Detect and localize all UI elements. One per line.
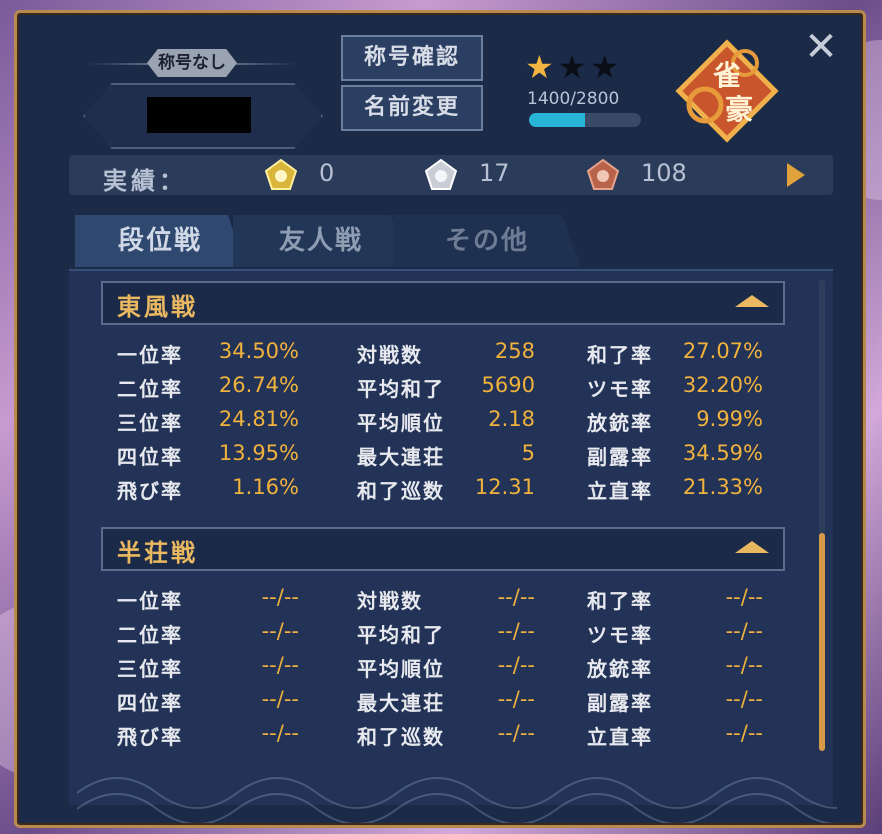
stat-value: --/--: [261, 653, 299, 677]
stat-label: 最大連荘: [357, 691, 445, 715]
stat-value: --/--: [725, 687, 763, 711]
rank-stars: ★ ★ ★: [525, 51, 623, 83]
stat-value: --/--: [261, 687, 299, 711]
stat-value: 34.50%: [218, 339, 299, 363]
stat-label: 一位率: [117, 343, 183, 367]
emblem-text-2: 豪: [725, 93, 753, 126]
stat-value: --/--: [261, 721, 299, 745]
bronze-count: 108: [641, 159, 687, 187]
stat-value: 5: [521, 441, 535, 465]
tab-friend[interactable]: 友人戦: [233, 215, 409, 267]
stat-label: 和了率: [587, 589, 653, 613]
player-stats-panel: 称号なし 称号確認 名前変更 ★ ★ ★ 1400/2800 雀 豪 ✕ 実績： 0…: [14, 10, 866, 828]
wave-decoration: [77, 777, 837, 823]
stat-label: 三位率: [117, 657, 183, 681]
scrollbar-thumb[interactable]: [819, 533, 825, 751]
stat-value: 26.74%: [218, 373, 299, 397]
stat-label: 平均順位: [357, 411, 445, 435]
silver-medal-icon: [425, 159, 457, 190]
player-name-box: [83, 83, 323, 149]
stat-value: --/--: [497, 687, 535, 711]
stat-value: --/--: [261, 619, 299, 643]
stat-value: --/--: [497, 721, 535, 745]
stat-value: 32.20%: [682, 373, 763, 397]
stat-label: 放銃率: [587, 411, 653, 435]
stat-value: 1.16%: [232, 475, 299, 499]
silver-count: 17: [479, 159, 510, 187]
rank-progress-fill: [529, 113, 585, 127]
star-filled-icon: ★: [525, 48, 554, 86]
stat-label: 和了巡数: [357, 479, 445, 503]
section-header-south[interactable]: 半荘戦: [101, 527, 785, 571]
stat-label: 立直率: [587, 725, 653, 749]
tab-ranked[interactable]: 段位戦: [75, 215, 245, 267]
stat-label: ツモ率: [587, 623, 653, 647]
stat-value: 13.95%: [218, 441, 299, 465]
stat-label: 最大連荘: [357, 445, 445, 469]
stat-label: 放銃率: [587, 657, 653, 681]
stat-label: 二位率: [117, 623, 183, 647]
stat-value: --/--: [497, 653, 535, 677]
stat-label: 飛び率: [117, 479, 183, 503]
achievements-bar: 実績： 0 17 108: [69, 155, 833, 195]
stat-label: 和了巡数: [357, 725, 445, 749]
stat-value: 5690: [481, 373, 535, 397]
stat-value: --/--: [725, 585, 763, 609]
stat-value: --/--: [497, 585, 535, 609]
achievements-label: 実績：: [103, 167, 187, 195]
stat-label: ツモ率: [587, 377, 653, 401]
emblem-text-1: 雀: [713, 59, 741, 92]
title-chip: 称号なし: [147, 49, 237, 77]
stat-value: 27.07%: [682, 339, 763, 363]
stat-label: 四位率: [117, 445, 183, 469]
stat-label: 副露率: [587, 691, 653, 715]
stat-label: 平均順位: [357, 657, 445, 681]
rank-progress-bar: [529, 113, 641, 127]
stat-label: 立直率: [587, 479, 653, 503]
rank-points: 1400/2800: [527, 89, 620, 109]
stat-value: --/--: [261, 585, 299, 609]
section-title: 東風戦: [117, 293, 198, 321]
name-change-button[interactable]: 名前変更: [341, 85, 483, 131]
title-tag: 称号なし: [87, 49, 297, 79]
stat-label: 副露率: [587, 445, 653, 469]
bronze-medal-icon: [587, 159, 619, 190]
tab-other[interactable]: その他: [393, 215, 581, 267]
stat-value: 258: [494, 339, 535, 363]
section-title: 半荘戦: [117, 539, 198, 567]
title-confirm-button[interactable]: 称号確認: [341, 35, 483, 81]
rank-emblem-icon: 雀 豪: [675, 39, 779, 143]
collapse-arrow-icon[interactable]: [735, 295, 769, 307]
stat-label: 対戦数: [357, 343, 423, 367]
stat-label: 四位率: [117, 691, 183, 715]
stat-value: 34.59%: [682, 441, 763, 465]
stat-value: --/--: [725, 653, 763, 677]
achievements-next-arrow-icon[interactable]: [787, 163, 805, 187]
gold-medal-icon: [265, 159, 297, 190]
stat-label: 二位率: [117, 377, 183, 401]
stat-label: 対戦数: [357, 589, 423, 613]
gold-count: 0: [319, 159, 335, 187]
collapse-arrow-icon[interactable]: [735, 541, 769, 553]
stat-label: 平均和了: [357, 623, 445, 647]
stat-value: --/--: [725, 619, 763, 643]
stat-label: 飛び率: [117, 725, 183, 749]
stat-label: 平均和了: [357, 377, 445, 401]
stat-label: 三位率: [117, 411, 183, 435]
redacted-player-name: [147, 97, 251, 133]
stat-value: --/--: [497, 619, 535, 643]
section-header-east[interactable]: 東風戦: [101, 281, 785, 325]
stat-value: 12.31: [474, 475, 535, 499]
stat-value: 2.18: [488, 407, 535, 431]
stat-label: 和了率: [587, 343, 653, 367]
stat-value: 9.99%: [696, 407, 763, 431]
stat-value: 21.33%: [682, 475, 763, 499]
star-empty-icon: ★: [590, 48, 620, 86]
star-empty-icon: ★: [557, 48, 587, 86]
stat-label: 一位率: [117, 589, 183, 613]
stat-value: --/--: [725, 721, 763, 745]
close-icon[interactable]: ✕: [801, 27, 841, 67]
stat-value: 24.81%: [218, 407, 299, 431]
